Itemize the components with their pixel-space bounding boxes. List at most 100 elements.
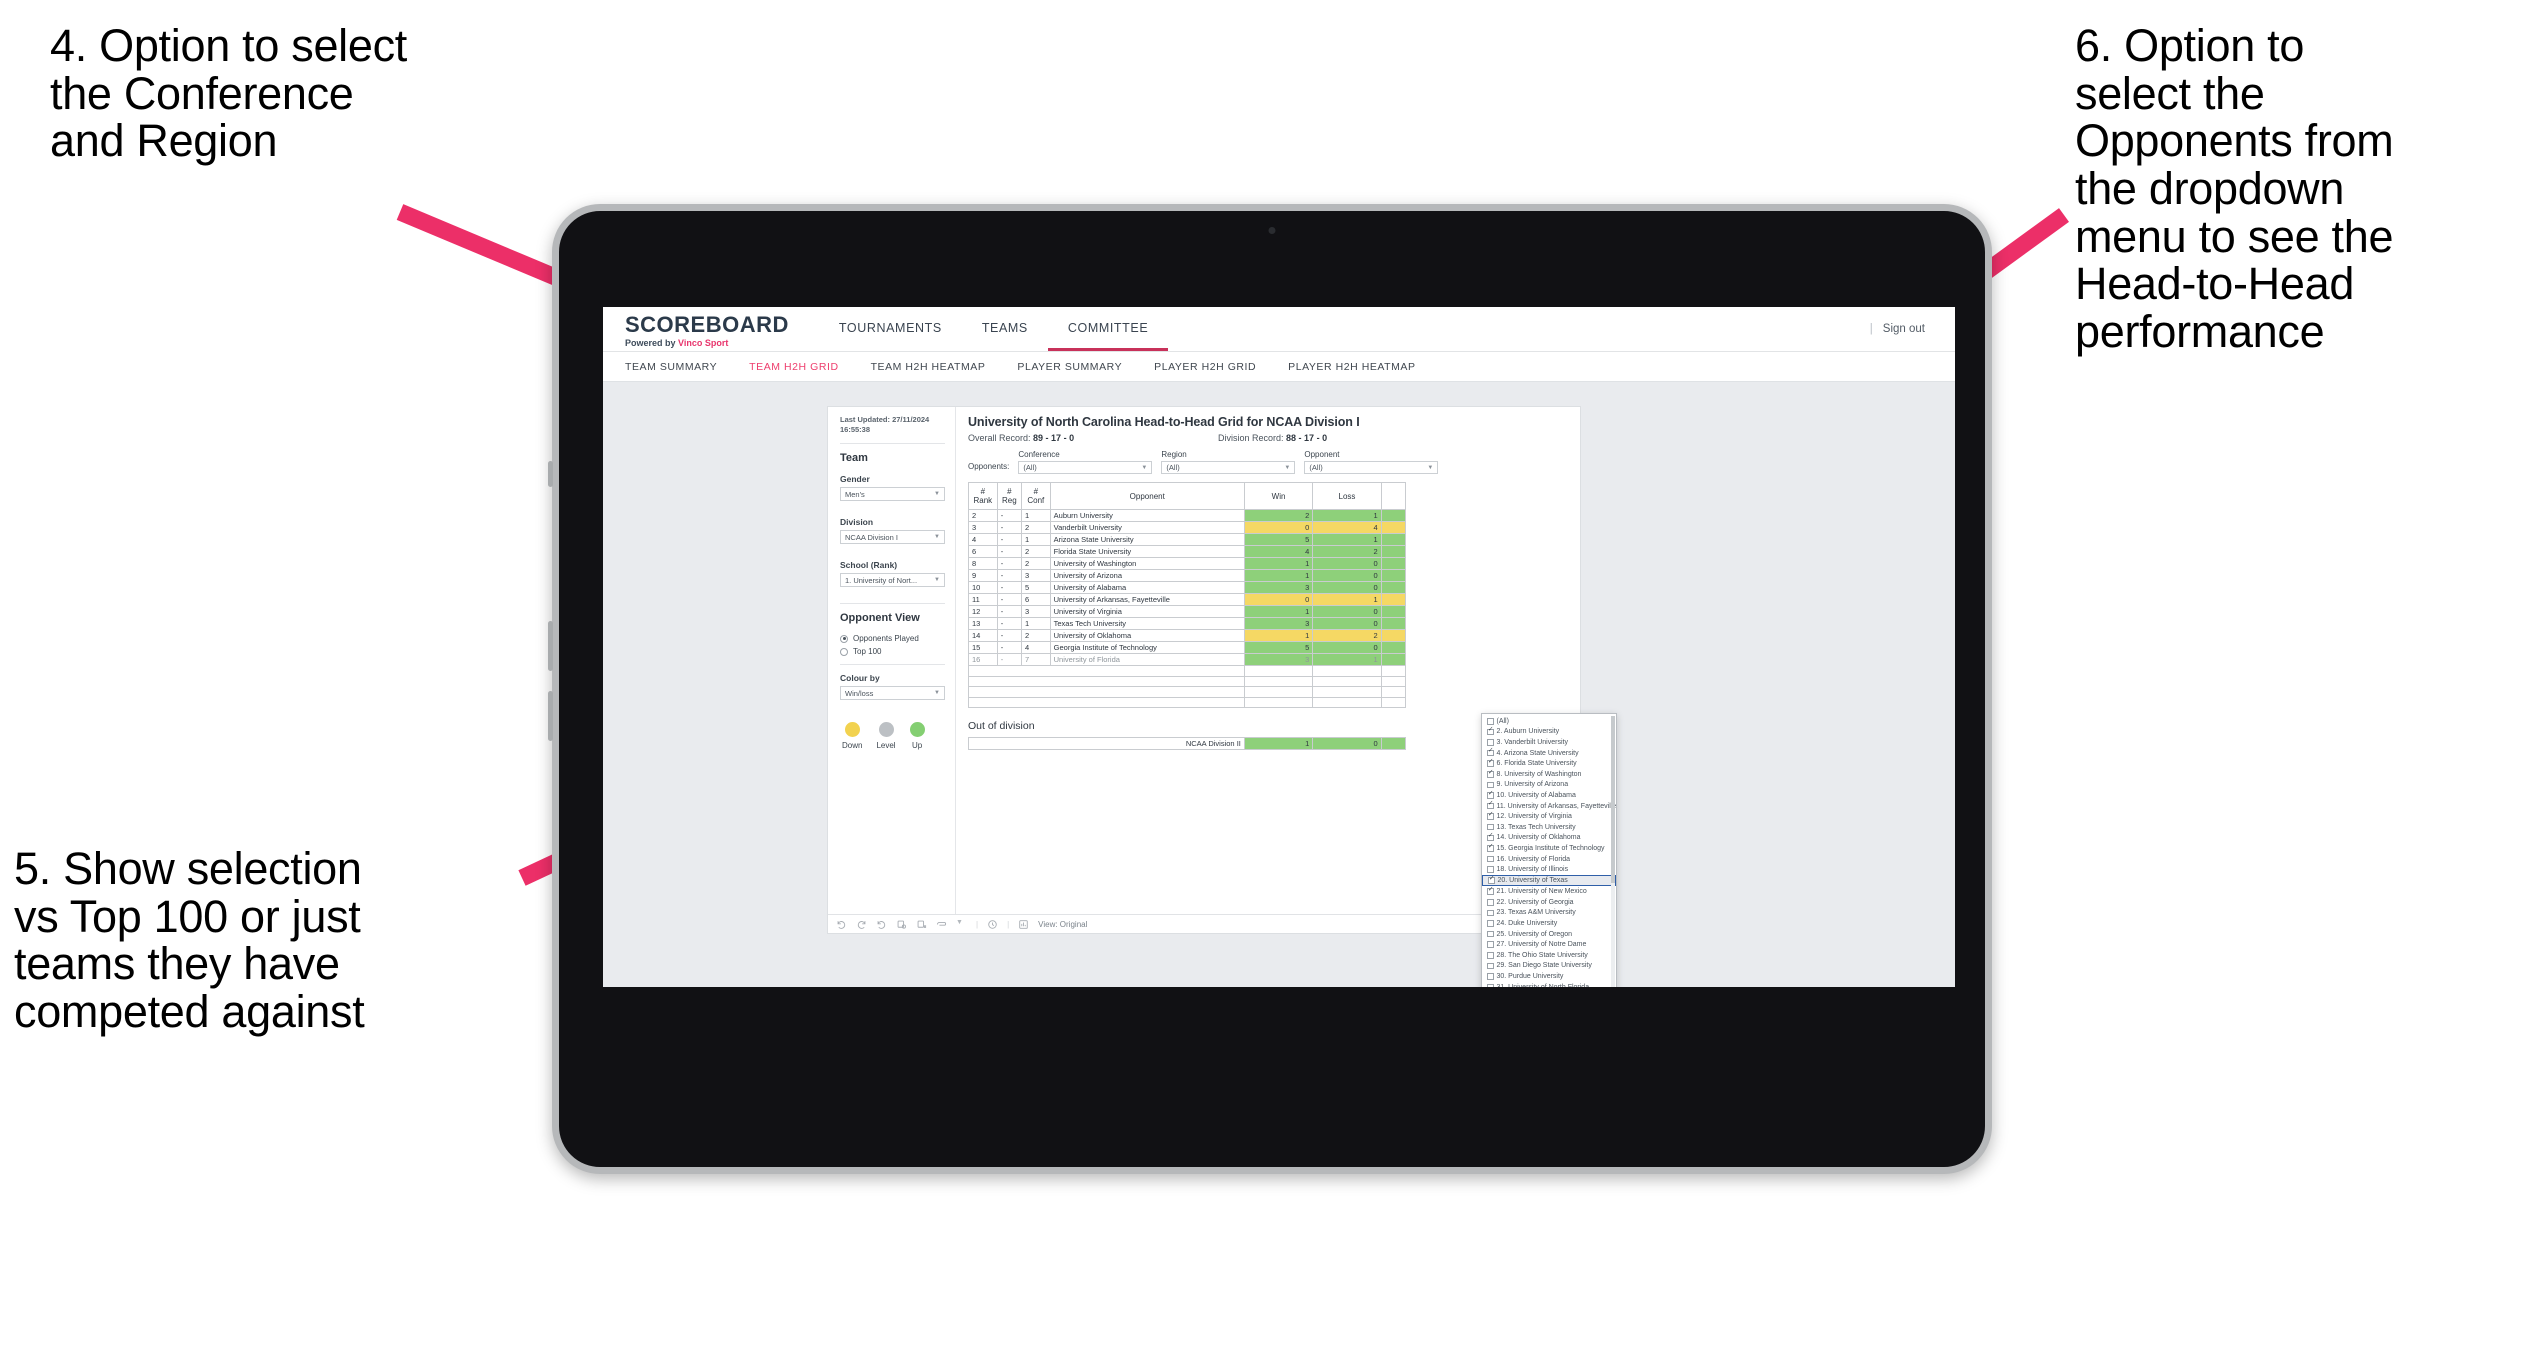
checkbox-unchecked-icon[interactable]	[1487, 941, 1494, 948]
checkbox-checked-icon[interactable]	[1487, 749, 1494, 757]
dropdown-item[interactable]: 20. University of Texas	[1482, 874, 1616, 887]
table-row[interactable]: 4-1 Arizona State University 5 1	[968, 533, 1407, 546]
dropdown-item[interactable]: 10. University of Alabama	[1482, 790, 1616, 801]
checkbox-unchecked-icon[interactable]	[1487, 920, 1494, 927]
tab-player-h2h-heatmap[interactable]: PLAYER H2H HEATMAP	[1288, 361, 1415, 373]
brand-logo[interactable]: SCOREBOARD Powered by Vinco Sport	[603, 307, 801, 351]
checkbox-unchecked-icon[interactable]	[1487, 973, 1494, 980]
checkbox-unchecked-icon[interactable]	[1487, 866, 1494, 873]
tab-player-h2h-grid[interactable]: PLAYER H2H GRID	[1154, 361, 1256, 373]
dropdown-item[interactable]: 24. Duke University	[1482, 918, 1616, 929]
tab-team-h2h-grid[interactable]: TEAM H2H GRID	[749, 361, 838, 373]
table-row[interactable]: 16-7 University of Florida 3 1	[968, 653, 1407, 666]
redo-icon[interactable]	[856, 919, 867, 930]
table-row[interactable]: 3-2 Vanderbilt University 0 4	[968, 521, 1407, 534]
checkbox-unchecked-icon[interactable]	[1487, 718, 1494, 725]
table-row[interactable]: 15-4 Georgia Institute of Technology 5 0	[968, 641, 1407, 654]
table-row[interactable]: 9-3 University of Arizona 1 0	[968, 569, 1407, 582]
dropdown-item[interactable]: (All)	[1482, 716, 1616, 727]
dropdown-item[interactable]: 22. University of Georgia	[1482, 897, 1616, 908]
checkbox-unchecked-icon[interactable]	[1487, 952, 1494, 959]
dropdown-item[interactable]: 23. Texas A&M University	[1482, 908, 1616, 919]
dropdown-item[interactable]: 3. Vanderbilt University	[1482, 737, 1616, 748]
dropdown-item[interactable]: 25. University of Oregon	[1482, 929, 1616, 940]
tab-player-summary[interactable]: PLAYER SUMMARY	[1017, 361, 1122, 373]
table-row[interactable]: 2-1 Auburn University 2 1	[968, 509, 1407, 522]
chevron-down-icon[interactable]: ▼	[956, 919, 967, 930]
checkbox-unchecked-icon[interactable]	[1487, 855, 1494, 863]
checkbox-unchecked-icon[interactable]	[1487, 899, 1494, 906]
sign-out-link[interactable]: Sign out	[1883, 323, 1925, 335]
device-volume-up-button[interactable]	[548, 621, 553, 671]
dropdown-item[interactable]: 11. University of Arkansas, Fayetteville	[1482, 801, 1616, 812]
dropdown-item[interactable]: 18. University of Illinois	[1482, 864, 1616, 875]
checkbox-checked-icon[interactable]	[1487, 887, 1494, 895]
table-row[interactable]: 13-1 Texas Tech University 3 0	[968, 617, 1407, 630]
checkbox-checked-icon[interactable]	[1487, 812, 1494, 820]
table-row[interactable]: 11-6 University of Arkansas, Fayetteville…	[968, 593, 1407, 606]
undo-icon[interactable]	[836, 919, 847, 930]
device-power-button[interactable]	[548, 461, 553, 487]
dropdown-item[interactable]: 9. University of Arizona	[1482, 780, 1616, 791]
view-original-icon[interactable]	[1018, 919, 1029, 930]
checkbox-checked-icon[interactable]	[1487, 791, 1494, 799]
device-volume-down-button[interactable]	[548, 691, 553, 741]
clock-icon[interactable]	[987, 919, 998, 930]
conference-filter-select[interactable]: (All) ▼	[1018, 461, 1153, 474]
region-filter-select[interactable]: (All) ▼	[1161, 461, 1296, 474]
checkbox-checked-icon[interactable]	[1488, 876, 1495, 884]
colour-by-select[interactable]: Win/loss ▼	[840, 686, 945, 701]
revert-icon[interactable]	[876, 919, 887, 930]
dropdown-item[interactable]: 4. Arizona State University	[1482, 748, 1616, 759]
tab-team-h2h-heatmap[interactable]: TEAM H2H HEATMAP	[871, 361, 986, 373]
dropdown-item[interactable]: 6. Florida State University	[1482, 758, 1616, 769]
nav-item-tournaments[interactable]: TOURNAMENTS	[819, 307, 962, 351]
dropdown-item[interactable]: 30. Purdue University	[1482, 971, 1616, 982]
share-icon[interactable]	[936, 919, 947, 930]
nav-item-teams[interactable]: TEAMS	[962, 307, 1048, 351]
dropdown-item[interactable]: 29. San Diego State University	[1482, 961, 1616, 972]
school-rank-select[interactable]: 1. University of Nort... ▼	[840, 573, 945, 588]
checkbox-unchecked-icon[interactable]	[1487, 781, 1494, 789]
dropdown-item[interactable]: 28. The Ohio State University	[1482, 950, 1616, 961]
checkbox-unchecked-icon[interactable]	[1487, 823, 1494, 831]
checkbox-unchecked-icon[interactable]	[1487, 909, 1494, 917]
checkbox-checked-icon[interactable]	[1487, 844, 1494, 852]
checkbox-unchecked-icon[interactable]	[1487, 930, 1494, 938]
dropdown-item[interactable]: 27. University of Notre Dame	[1482, 939, 1616, 950]
opponent-dropdown-list[interactable]: (All) 2. Auburn University 3. Vanderbilt U…	[1482, 714, 1616, 987]
checkbox-checked-icon[interactable]	[1487, 801, 1494, 810]
checkbox-unchecked-icon[interactable]	[1487, 739, 1494, 746]
table-row[interactable]: 14-2 University of Oklahoma 1 2	[968, 629, 1407, 642]
dropdown-item[interactable]: 8. University of Washington	[1482, 769, 1616, 780]
dropdown-item[interactable]: 31. University of North Florida	[1482, 982, 1616, 987]
dropdown-scrollbar-thumb[interactable]	[1611, 716, 1615, 884]
table-row[interactable]: 8-2 University of Washington 1 0	[968, 557, 1407, 570]
checkbox-unchecked-icon[interactable]	[1487, 983, 1494, 987]
checkbox-checked-icon[interactable]	[1487, 770, 1494, 778]
checkbox-checked-icon[interactable]	[1487, 759, 1494, 767]
dropdown-item[interactable]: 12. University of Virginia	[1482, 811, 1616, 822]
tab-team-summary[interactable]: TEAM SUMMARY	[625, 361, 717, 373]
dropdown-item[interactable]: 13. Texas Tech University	[1482, 822, 1616, 833]
nav-item-committee[interactable]: COMMITTEE	[1047, 307, 1169, 351]
table-row[interactable]: 10-5 University of Alabama 3 0	[968, 581, 1407, 594]
opponent-filter-select[interactable]: (All) ▼	[1304, 461, 1439, 474]
table-row[interactable]: 12-3 University of Virginia 1 0	[968, 605, 1407, 618]
checkbox-checked-icon[interactable]	[1487, 833, 1494, 842]
dropdown-item[interactable]: 16. University of Florida	[1482, 854, 1616, 865]
view-label[interactable]: View: Original	[1038, 920, 1087, 929]
dropdown-item[interactable]: 21. University of New Mexico	[1482, 886, 1616, 897]
pause-icon[interactable]	[916, 919, 927, 930]
dropdown-item[interactable]: 15. Georgia Institute of Technology	[1482, 843, 1616, 854]
radio-top-100[interactable]: Top 100	[840, 647, 945, 656]
dropdown-item[interactable]: 14. University of Oklahoma	[1482, 833, 1616, 844]
opponent-dropdown-popup[interactable]: (All) 2. Auburn University 3. Vanderbilt U…	[1481, 713, 1617, 987]
refresh-data-icon[interactable]	[896, 919, 907, 930]
radio-opponents-played[interactable]: Opponents Played	[840, 634, 945, 643]
dropdown-scrollbar[interactable]	[1611, 716, 1615, 987]
checkbox-unchecked-icon[interactable]	[1487, 962, 1494, 970]
checkbox-checked-icon[interactable]	[1487, 727, 1494, 736]
gender-select[interactable]: Men's ▼	[840, 487, 945, 502]
division-select[interactable]: NCAA Division I ▼	[840, 530, 945, 545]
